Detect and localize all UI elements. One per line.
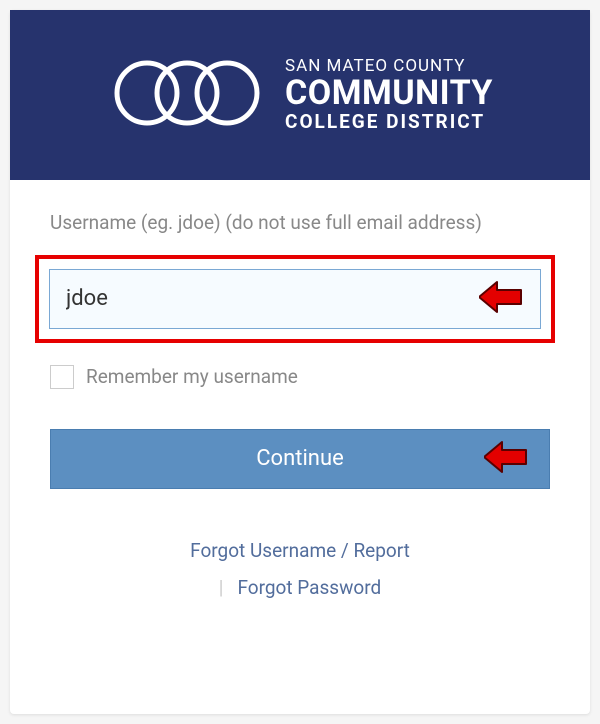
login-form: Username (eg. jdoe) (do not use full ema… bbox=[10, 180, 590, 619]
login-card: SAN MATEO COUNTY COMMUNITY COLLEGE DISTR… bbox=[10, 10, 590, 714]
header-banner: SAN MATEO COUNTY COMMUNITY COLLEGE DISTR… bbox=[10, 10, 590, 180]
pipe-divider: | bbox=[219, 576, 224, 599]
username-label: Username (eg. jdoe) (do not use full ema… bbox=[50, 210, 550, 237]
forgot-password-link[interactable]: Forgot Password bbox=[237, 576, 381, 599]
link-divider-row: | Forgot Password bbox=[50, 576, 550, 599]
forgot-username-link[interactable]: Forgot Username / Report bbox=[190, 539, 410, 562]
continue-wrap: Continue bbox=[50, 429, 550, 489]
username-highlight-annotation bbox=[35, 255, 555, 343]
help-links: Forgot Username / Report | Forgot Passwo… bbox=[50, 539, 550, 599]
institution-line3: COLLEGE DISTRICT bbox=[285, 112, 493, 132]
username-input[interactable] bbox=[49, 269, 541, 329]
remember-label: Remember my username bbox=[86, 365, 298, 388]
callout-arrow-icon bbox=[484, 440, 528, 478]
callout-arrow-icon bbox=[479, 280, 523, 318]
institution-name: SAN MATEO COUNTY COMMUNITY COLLEGE DISTR… bbox=[285, 58, 493, 131]
continue-button[interactable]: Continue bbox=[50, 429, 550, 489]
interlocking-rings-logo-icon bbox=[107, 48, 267, 142]
institution-line2: COMMUNITY bbox=[285, 76, 493, 112]
remember-checkbox[interactable] bbox=[50, 365, 74, 389]
remember-row: Remember my username bbox=[50, 365, 550, 389]
